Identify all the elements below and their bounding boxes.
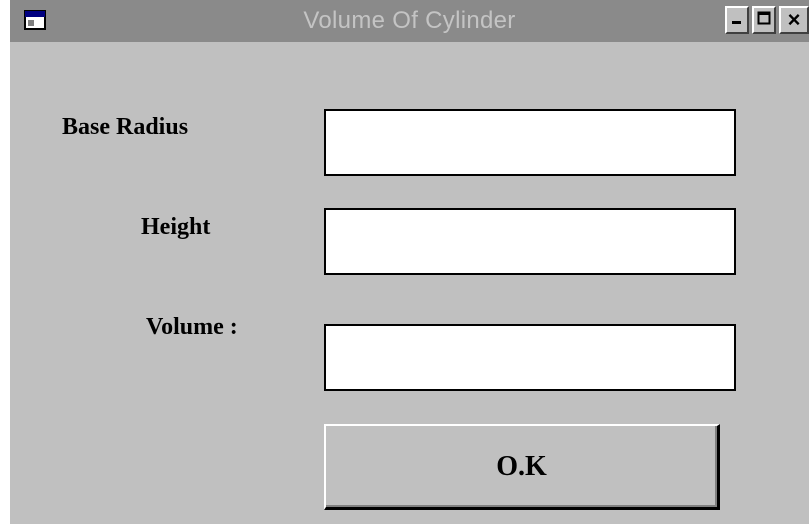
volume-output[interactable] xyxy=(324,324,736,391)
ok-button[interactable]: O.K xyxy=(324,424,720,510)
base-radius-label: Base Radius xyxy=(62,114,189,140)
height-input[interactable] xyxy=(324,208,736,275)
minimize-button[interactable] xyxy=(725,6,749,34)
title-bar[interactable]: Volume Of Cylinder × xyxy=(10,0,809,42)
app-window: Volume Of Cylinder × Base Radius Height … xyxy=(0,0,809,524)
height-label: Height xyxy=(141,214,211,240)
close-icon: × xyxy=(787,7,801,32)
window-title: Volume Of Cylinder xyxy=(303,7,516,34)
close-button[interactable]: × xyxy=(779,6,809,34)
base-radius-input[interactable] xyxy=(324,109,736,176)
maximize-icon xyxy=(757,11,771,30)
form-area: Base Radius Height Volume : O.K xyxy=(10,42,809,524)
volume-label: Volume : xyxy=(146,314,238,340)
maximize-button[interactable] xyxy=(752,6,776,34)
minimize-icon xyxy=(730,11,744,30)
